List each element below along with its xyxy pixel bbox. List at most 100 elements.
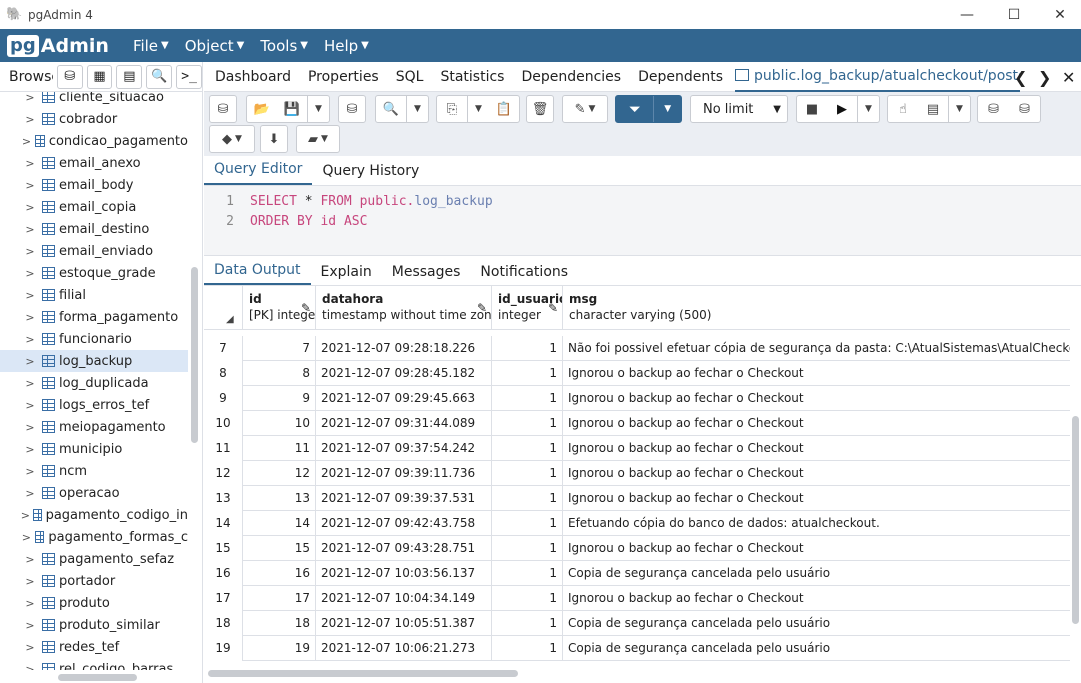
menu-help[interactable]: Help ▼ <box>324 37 369 55</box>
chevron-right-icon[interactable]: > <box>18 223 42 236</box>
chevron-right-icon[interactable]: > <box>18 355 42 368</box>
cell-id[interactable]: 8 <box>243 361 316 386</box>
cell-datahora[interactable]: 2021-12-07 09:29:45.663 <box>316 386 492 411</box>
cell-msg[interactable]: Não foi possivel efetuar cópia de segura… <box>563 336 1070 361</box>
paste-icon[interactable]: 📋 <box>489 102 519 117</box>
tree-item[interactable]: > log_duplicada <box>0 372 188 394</box>
chevron-right-icon[interactable]: > <box>18 443 42 456</box>
tree-item[interactable]: > log_backup <box>0 350 188 372</box>
cell-id-usuario[interactable]: 1 <box>492 636 563 661</box>
tree-item[interactable]: > email_anexo <box>0 152 188 174</box>
maximize-button[interactable]: ☐ <box>991 0 1037 29</box>
commit-icon[interactable]: ⛁ <box>978 102 1009 117</box>
tab-statistics[interactable]: Statistics <box>440 69 504 85</box>
table-row[interactable]: 15 15 2021-12-07 09:43:28.751 1 Ignorou o ba… <box>204 536 1070 561</box>
copy-icon[interactable]: ⎘ <box>437 102 467 117</box>
rollback-icon[interactable]: ⛁ <box>1009 102 1040 117</box>
tab-messages[interactable]: Messages <box>382 264 471 285</box>
row-number[interactable]: 13 <box>204 486 243 511</box>
row-number[interactable]: 16 <box>204 561 243 586</box>
tree-item[interactable]: > municipio <box>0 438 188 460</box>
cell-datahora[interactable]: 2021-12-07 09:37:54.242 <box>316 436 492 461</box>
tab-dependencies[interactable]: Dependencies <box>521 69 621 85</box>
tree-item[interactable]: > pagamento_codigo_in <box>0 504 188 526</box>
tree-item[interactable]: > rel_codigo_barras <box>0 658 188 670</box>
chevron-right-icon[interactable]: > <box>18 553 42 566</box>
tab-scroll-right[interactable]: ❯ <box>1038 62 1051 92</box>
chevron-down-icon[interactable]: ▼ <box>948 96 970 122</box>
tree-item[interactable]: > email_destino <box>0 218 188 240</box>
grid-horizontal-scrollbar[interactable] <box>208 670 518 677</box>
cell-datahora[interactable]: 2021-12-07 09:43:28.751 <box>316 536 492 561</box>
cell-msg[interactable]: Ignorou o backup ao fechar o Checkout <box>563 361 1070 386</box>
chevron-right-icon[interactable]: > <box>18 113 42 126</box>
tab-sql[interactable]: SQL <box>396 69 424 85</box>
cell-id[interactable]: 15 <box>243 536 316 561</box>
table-row[interactable]: 17 17 2021-12-07 10:04:34.149 1 Ignorou o ba… <box>204 586 1070 611</box>
cell-id[interactable]: 16 <box>243 561 316 586</box>
tree-item[interactable]: > email_enviado <box>0 240 188 262</box>
menu-file[interactable]: File ▼ <box>133 37 169 55</box>
tab-notifications[interactable]: Notifications <box>470 264 578 285</box>
grid-vertical-scrollbar[interactable] <box>1072 416 1079 624</box>
chevron-right-icon[interactable]: > <box>18 179 42 192</box>
row-number[interactable]: 11 <box>204 436 243 461</box>
cell-msg[interactable]: Copia de segurança cancelada pelo usuári… <box>563 561 1070 586</box>
tree-item[interactable]: > cobrador <box>0 108 188 130</box>
chevron-right-icon[interactable]: > <box>18 531 35 544</box>
row-number[interactable]: 12 <box>204 461 243 486</box>
menu-tools[interactable]: Tools ▼ <box>260 37 308 55</box>
cell-id-usuario[interactable]: 1 <box>492 361 563 386</box>
cell-msg[interactable]: Ignorou o backup ao fechar o Checkout <box>563 436 1070 461</box>
tab-query-history[interactable]: Query History <box>312 163 429 185</box>
tree-item[interactable]: > ncm <box>0 460 188 482</box>
menu-object[interactable]: Object ▼ <box>185 37 245 55</box>
tree-item[interactable]: > logs_erros_tef <box>0 394 188 416</box>
delete-button[interactable]: 🗑 <box>526 95 554 123</box>
cell-id[interactable]: 12 <box>243 461 316 486</box>
chevron-right-icon[interactable]: > <box>18 641 42 654</box>
row-number[interactable]: 17 <box>204 586 243 611</box>
cell-datahora[interactable]: 2021-12-07 10:06:21.273 <box>316 636 492 661</box>
cell-id-usuario[interactable]: 1 <box>492 536 563 561</box>
play-icon[interactable]: ▶ <box>827 102 857 117</box>
edit-button[interactable]: ✎ ▼ <box>562 95 608 123</box>
cell-id-usuario[interactable]: 1 <box>492 386 563 411</box>
cell-datahora[interactable]: 2021-12-07 09:39:37.531 <box>316 486 492 511</box>
chevron-right-icon[interactable]: > <box>18 509 33 522</box>
cell-id-usuario[interactable]: 1 <box>492 411 563 436</box>
cell-id[interactable]: 13 <box>243 486 316 511</box>
chevron-down-icon[interactable]: ▼ <box>406 96 428 122</box>
tab-query-tool[interactable]: public.log_backup/atualcheckout/postgres… <box>735 62 1021 92</box>
tree-item[interactable]: > portador <box>0 570 188 592</box>
tree-item[interactable]: > operacao <box>0 482 188 504</box>
cell-id[interactable]: 17 <box>243 586 316 611</box>
cell-datahora[interactable]: 2021-12-07 10:04:34.149 <box>316 586 492 611</box>
chevron-right-icon[interactable]: > <box>18 201 42 214</box>
search-objects-button[interactable]: 🔍 <box>146 64 173 89</box>
tree-item[interactable]: > produto <box>0 592 188 614</box>
chevron-right-icon[interactable]: > <box>18 487 42 500</box>
chevron-right-icon[interactable]: > <box>18 267 42 280</box>
chevron-down-icon[interactable]: ▼ <box>467 96 489 122</box>
cell-id-usuario[interactable]: 1 <box>492 436 563 461</box>
tab-close[interactable]: ✕ <box>1062 62 1075 92</box>
explain-icon[interactable]: ☝ <box>888 102 918 117</box>
table-row[interactable]: 10 10 2021-12-07 09:31:44.089 1 Ignorou o ba… <box>204 411 1070 436</box>
table-row[interactable]: 18 18 2021-12-07 10:05:51.387 1 Copia de seg… <box>204 611 1070 636</box>
cell-datahora[interactable]: 2021-12-07 10:03:56.137 <box>316 561 492 586</box>
cell-id[interactable]: 14 <box>243 511 316 536</box>
tree-item[interactable]: > produto_similar <box>0 614 188 636</box>
cell-datahora[interactable]: 2021-12-07 09:39:11.736 <box>316 461 492 486</box>
search-icon[interactable]: 🔍 <box>376 102 406 117</box>
table-row[interactable]: 16 16 2021-12-07 10:03:56.137 1 Copia de seg… <box>204 561 1070 586</box>
tab-dependents[interactable]: Dependents <box>638 69 723 85</box>
row-number[interactable]: 14 <box>204 511 243 536</box>
explain-analyze-icon[interactable]: ▤ <box>918 102 948 117</box>
chevron-right-icon[interactable]: > <box>18 399 42 412</box>
cell-msg[interactable]: Ignorou o backup ao fechar o Checkout <box>563 486 1070 511</box>
chevron-right-icon[interactable]: > <box>18 421 42 434</box>
chevron-right-icon[interactable]: > <box>18 333 42 346</box>
chevron-right-icon[interactable]: > <box>18 377 42 390</box>
row-number[interactable]: 18 <box>204 611 243 636</box>
